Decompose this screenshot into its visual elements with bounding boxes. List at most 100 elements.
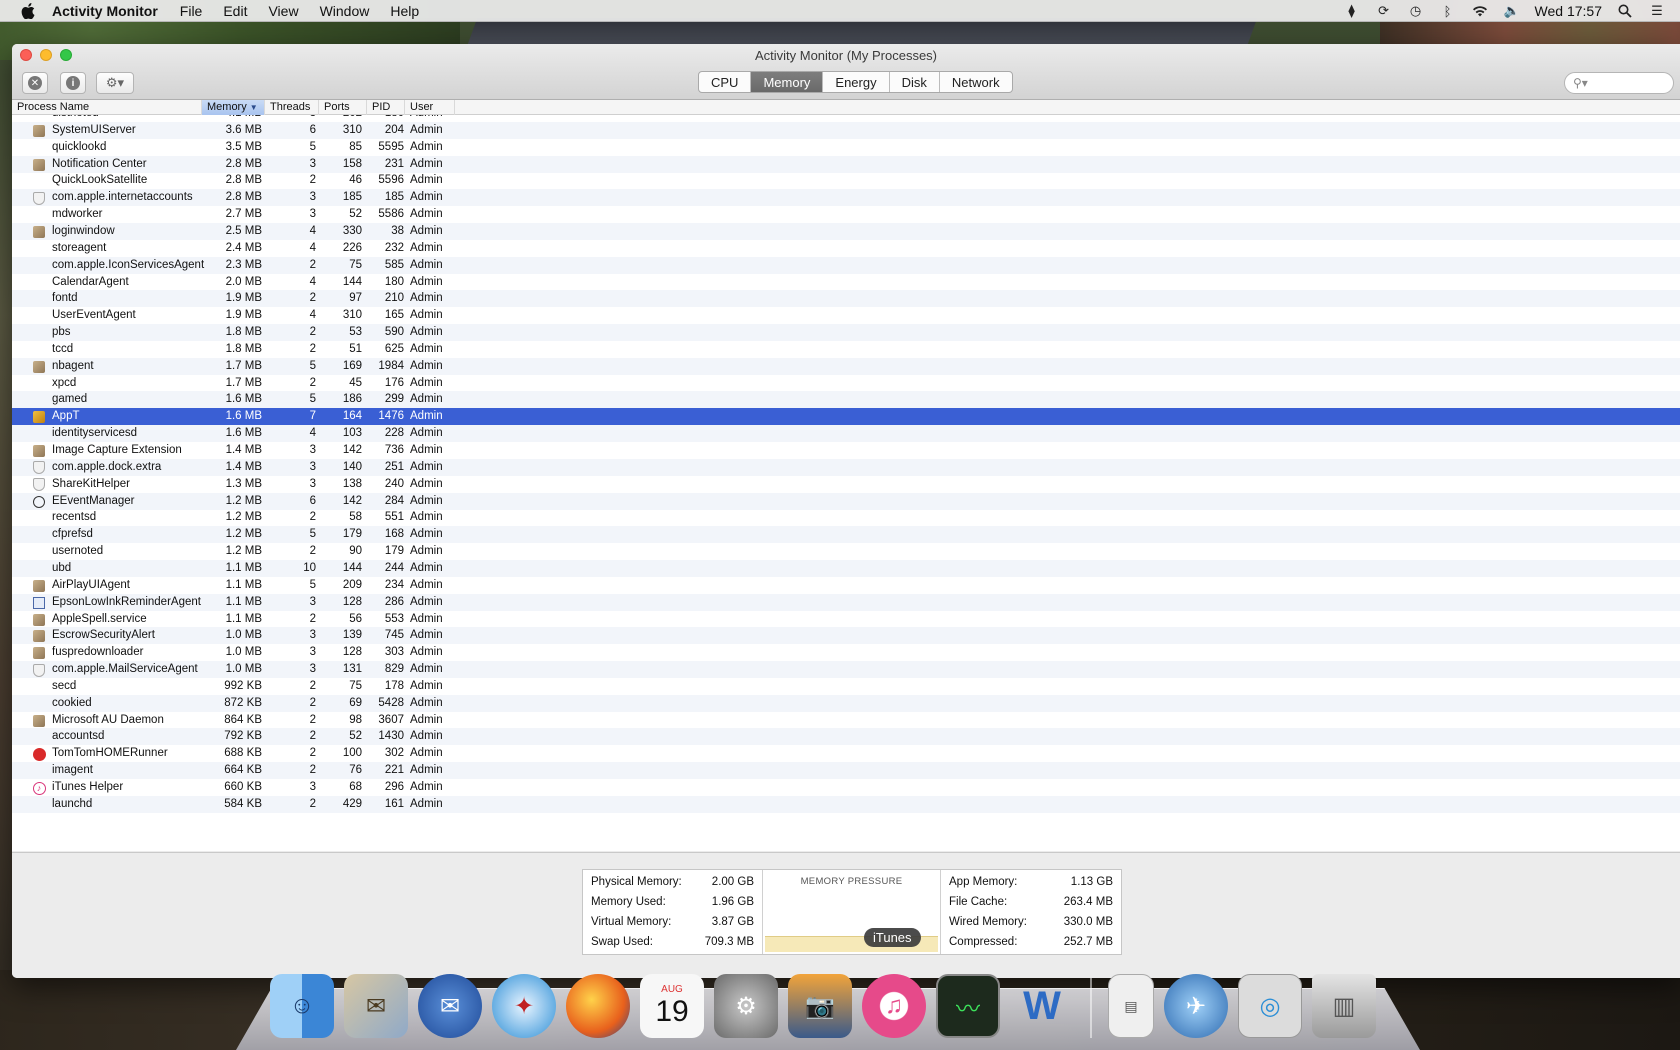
table-row[interactable]: Microsoft AU Daemon 864 KB 2 98 3607 Admin: [12, 712, 1680, 729]
process-pid: 179: [384, 545, 404, 558]
table-row[interactable]: recentsd 1.2 MB 2 58 551 Admin: [12, 509, 1680, 526]
table-row[interactable]: CalendarAgent 2.0 MB 4 144 180 Admin: [12, 274, 1680, 291]
table-row[interactable]: xpcd 1.7 MB 2 45 176 Admin: [12, 375, 1680, 392]
table-row[interactable]: secd 992 KB 2 75 178 Admin: [12, 678, 1680, 695]
table-row[interactable]: EscrowSecurityAlert 1.0 MB 3 139 745 Admin: [12, 627, 1680, 645]
tab-energy[interactable]: Energy: [823, 72, 890, 92]
table-row[interactable]: mdworker 2.7 MB 3 52 5586 Admin: [12, 206, 1680, 223]
menu-clock[interactable]: Wed 17:57: [1535, 3, 1602, 19]
downloads-stack-icon[interactable]: ◎: [1238, 974, 1302, 1038]
table-row[interactable]: TomTomHOMERunner 688 KB 2 100 302 Admin: [12, 745, 1680, 762]
table-row[interactable]: EEventManager 1.2 MB 6 142 284 Admin: [12, 492, 1680, 510]
table-row[interactable]: Image Capture Extension 1.4 MB 3 142 736 Admi…: [12, 442, 1680, 459]
table-row[interactable]: pbs 1.8 MB 2 53 590 Admin: [12, 324, 1680, 342]
table-row[interactable]: Notification Center 2.8 MB 3 158 231 Admin: [12, 155, 1680, 173]
mail-icon[interactable]: ✉: [344, 974, 408, 1038]
table-row[interactable]: fontd 1.9 MB 2 97 210 Admin: [12, 290, 1680, 308]
iphoto-icon[interactable]: 📷: [788, 974, 852, 1038]
time-machine-icon[interactable]: ◷: [1407, 3, 1425, 19]
column-user[interactable]: User: [405, 100, 455, 115]
table-row[interactable]: nbagent 1.7 MB 5 169 1984 Admin: [12, 357, 1680, 375]
system-preferences-icon[interactable]: ⚙: [714, 974, 778, 1038]
activity-monitor-icon[interactable]: 〰: [936, 974, 1000, 1038]
table-row[interactable]: tccd 1.8 MB 2 51 625 Admin: [12, 341, 1680, 358]
process-table[interactable]: distnoted4.1 MB3202180AdminSystemUIServe…: [12, 115, 1680, 851]
menu-app-name[interactable]: Activity Monitor: [52, 3, 158, 19]
table-row[interactable]: QuickLookSatellite 2.8 MB 2 46 5596 Admin: [12, 172, 1680, 189]
table-row[interactable]: com.apple.internetaccounts 2.8 MB 3 185 185 A…: [12, 189, 1680, 207]
column-pid[interactable]: PID: [367, 100, 405, 115]
tab-disk[interactable]: Disk: [890, 72, 940, 92]
notification-center-icon[interactable]: ☰: [1648, 3, 1666, 19]
tab-cpu[interactable]: CPU: [699, 72, 752, 92]
process-user: Admin: [410, 612, 443, 625]
menu-window[interactable]: Window: [320, 3, 370, 19]
column-threads[interactable]: Threads: [265, 100, 319, 115]
spotlight-search-icon[interactable]: [1616, 3, 1634, 19]
table-row[interactable]: fuspredownloader 1.0 MB 3 128 303 Admin: [12, 644, 1680, 661]
tab-network[interactable]: Network: [940, 72, 1012, 92]
search-icon: ⚲▾: [1573, 76, 1588, 90]
search-input[interactable]: ⚲▾: [1564, 72, 1674, 94]
mail-stamp-icon[interactable]: ✈: [1164, 974, 1228, 1038]
process-threads: 3: [309, 646, 316, 659]
table-row[interactable]: cookied 872 KB 2 69 5428 Admin: [12, 694, 1680, 712]
process-ports: 75: [349, 258, 362, 271]
table-row[interactable]: quicklookd 3.5 MB 5 85 5595 Admin: [12, 139, 1680, 156]
wifi-icon[interactable]: [1471, 3, 1489, 19]
table-row[interactable]: SystemUIServer 3.6 MB 6 310 204 Admin: [12, 121, 1680, 139]
column-memory[interactable]: Memory ▼: [202, 100, 265, 115]
firefox-icon[interactable]: [566, 974, 630, 1038]
thunderbird-icon[interactable]: ✉: [418, 974, 482, 1038]
table-row[interactable]: UserEventAgent 1.9 MB 4 310 165 Admin: [12, 307, 1680, 324]
volume-icon[interactable]: 🔈: [1503, 3, 1521, 19]
process-pid: 585: [384, 258, 404, 271]
menu-help[interactable]: Help: [390, 3, 419, 19]
menu-file[interactable]: File: [180, 3, 203, 19]
table-row[interactable]: gamed 1.6 MB 5 186 299 Admin: [12, 391, 1680, 409]
table-row[interactable]: ShareKitHelper 1.3 MB 3 138 240 Admin: [12, 476, 1680, 493]
table-row[interactable]: com.apple.IconServicesAgent 2.3 MB 2 75 585 A…: [12, 256, 1680, 274]
sync-icon[interactable]: ⟳: [1375, 3, 1393, 19]
table-row[interactable]: com.apple.MailServiceAgent 1.0 MB 3 131 829 A…: [12, 661, 1680, 679]
process-ports: 330: [342, 224, 362, 237]
app-icon: [32, 579, 46, 593]
table-row[interactable]: AirPlayUIAgent 1.1 MB 5 209 234 Admin: [12, 577, 1680, 594]
inspect-process-button[interactable]: i: [60, 72, 86, 94]
table-row[interactable]: identityservicesd 1.6 MB 4 103 228 Admin: [12, 425, 1680, 443]
process-name: secd: [52, 679, 77, 692]
column-ports[interactable]: Ports: [319, 100, 367, 115]
menu-view[interactable]: View: [268, 3, 298, 19]
dropbox-icon[interactable]: ⧫: [1343, 3, 1361, 19]
preview-document-icon[interactable]: ▤: [1108, 974, 1154, 1038]
itunes-icon[interactable]: ♫: [862, 974, 926, 1038]
table-row[interactable]: loginwindow 2.5 MB 4 330 38 Admin: [12, 222, 1680, 240]
apple-menu-icon[interactable]: [18, 2, 38, 19]
calendar-icon[interactable]: AUG 19: [640, 974, 704, 1038]
word-icon[interactable]: W: [1010, 974, 1074, 1038]
process-threads: 2: [309, 258, 316, 271]
table-row[interactable]: AppleSpell.service 1.1 MB 2 56 553 Admin: [12, 611, 1680, 628]
quit-process-button[interactable]: ✕: [22, 72, 48, 94]
process-user: Admin: [410, 511, 443, 524]
safari-icon[interactable]: ✦: [492, 974, 556, 1038]
table-row[interactable]: storeagent 2.4 MB 4 226 232 Admin: [12, 240, 1680, 257]
table-row[interactable]: ubd 1.1 MB 10 144 244 Admin: [12, 559, 1680, 577]
table-row[interactable]: launchd 584 KB 2 429 161 Admin: [12, 795, 1680, 813]
table-row[interactable]: com.apple.dock.extra 1.4 MB 3 140 251 Admin: [12, 458, 1680, 476]
table-row[interactable]: imagent 664 KB 2 76 221 Admin: [12, 762, 1680, 780]
process-threads: 2: [309, 696, 316, 709]
menu-edit[interactable]: Edit: [223, 3, 247, 19]
table-row[interactable]: cfprefsd 1.2 MB 5 179 168 Admin: [12, 526, 1680, 544]
column-process-name[interactable]: Process Name: [12, 100, 202, 115]
finder-icon[interactable]: ☺: [270, 974, 334, 1038]
bluetooth-icon[interactable]: ᛒ: [1439, 3, 1457, 19]
table-row[interactable]: EpsonLowInkReminderAgent 1.1 MB 3 128 286 Adm…: [12, 593, 1680, 611]
table-row[interactable]: AppT 1.6 MB 7 164 1476 Admin: [12, 408, 1680, 426]
table-row[interactable]: ♪ iTunes Helper 660 KB 3 68 296 Admin: [12, 779, 1680, 796]
trash-icon[interactable]: ▥: [1312, 974, 1376, 1038]
action-menu-button[interactable]: ⚙▾: [96, 72, 134, 94]
tab-memory[interactable]: Memory: [751, 72, 824, 92]
table-row[interactable]: usernoted 1.2 MB 2 90 179 Admin: [12, 543, 1680, 560]
table-row[interactable]: accountsd 792 KB 2 52 1430 Admin: [12, 728, 1680, 746]
